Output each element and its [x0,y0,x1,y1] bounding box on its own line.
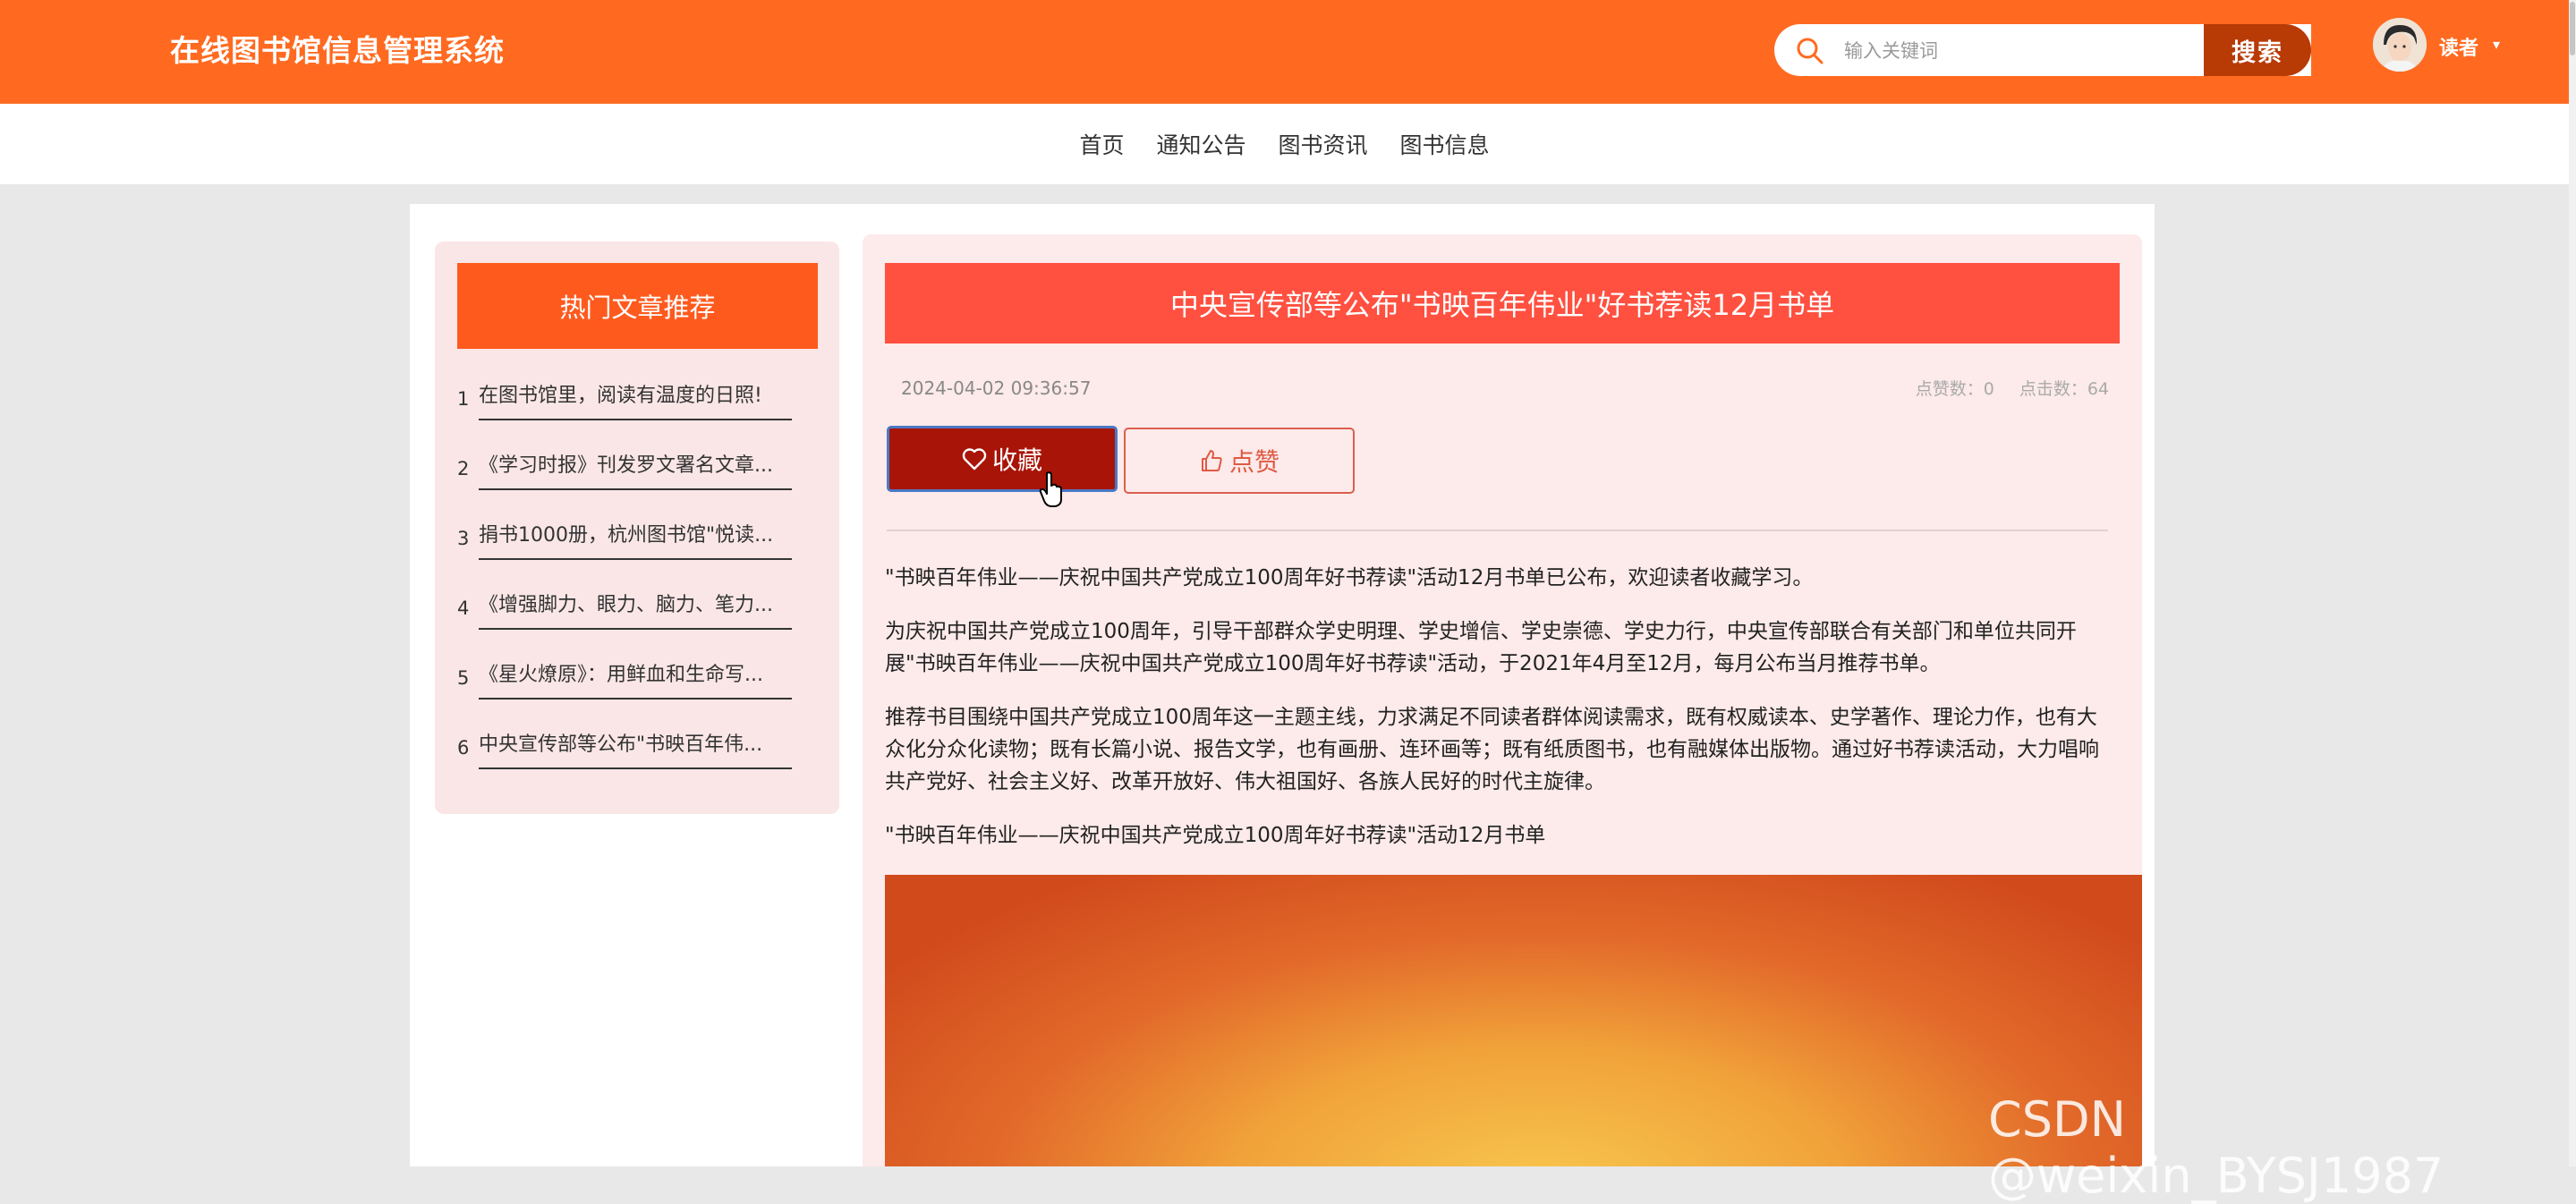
list-item[interactable]: 3 捐书1000册，杭州图书馆"悦读... [457,501,818,571]
nav-item-notices[interactable]: 通知公告 [1156,128,1245,160]
hot-article-list: 1 在图书馆里，阅读有温度的日照! 2 《学习时报》刊发罗文署名文章... 3 … [457,361,818,780]
article-panel: 中央宣传部等公布"书映百年伟业"好书荐读12月书单 2024-04-02 09:… [863,234,2142,1166]
divider [479,488,792,490]
scrollbar-thumb[interactable] [2570,2,2575,55]
nav-item-home[interactable]: 首页 [1079,128,1124,160]
site-title[interactable]: 在线图书馆信息管理系统 [170,27,505,70]
sidebar-title: 热门文章推荐 [457,263,818,349]
list-item-title[interactable]: 《学习时报》刊发罗文署名文章... [479,449,783,478]
article-hero-image [885,875,2142,1166]
user-name[interactable]: 读者 [2439,32,2478,61]
favorite-button-label: 收藏 [991,445,1042,475]
list-item[interactable]: 5 《星火燎原》：用鲜血和生命写... [457,640,818,710]
watermark: CSDN @weixin_BYSJ1987 [1988,1091,2444,1204]
article-date: 2024-04-02 09:36:57 [901,377,1092,399]
article-paragraph: 为庆祝中国共产党成立100周年，引导干部群众学史明理、学史增信、学史崇德、学史力… [885,620,2077,675]
list-item[interactable]: 1 在图书馆里，阅读有温度的日照! [457,361,818,431]
list-item[interactable]: 2 《学习时报》刊发罗文署名文章... [457,431,818,501]
search-button[interactable]: 搜索 [2204,24,2311,76]
click-count: 点击数：64 [2019,379,2109,399]
article-stats: 点赞数：0 点击数：64 [1916,376,2109,400]
list-item-title[interactable]: 在图书馆里，阅读有温度的日照! [479,379,783,408]
list-item-number: 3 [457,528,470,549]
search-icon [1797,38,1824,64]
divider [887,530,2108,531]
list-item-number: 4 [457,598,470,619]
avatar[interactable] [2373,18,2427,72]
list-item[interactable]: 4 《增强脚力、眼力、脑力、笔力... [457,571,818,640]
heart-icon [962,448,987,471]
list-item-number: 1 [457,388,470,410]
chevron-down-icon[interactable]: ▾ [2493,36,2500,53]
avatar-image [2373,18,2427,72]
article-paragraph: "书映百年伟业——庆祝中国共产党成立100周年好书荐读"活动12月书单 [885,824,1546,847]
article-body: "书映百年伟业——庆祝中国共产党成立100周年好书荐读"活动12月书单已公布，欢… [885,562,2115,873]
like-count: 点赞数：0 [1915,379,1994,399]
article-title: 中央宣传部等公布"书映百年伟业"好书荐读12月书单 [885,263,2120,343]
top-header: 在线图书馆信息管理系统 搜索 读者 ▾ [0,0,2569,104]
thumbs-up-icon [1201,450,1222,471]
list-item[interactable]: 6 中央宣传部等公布"书映百年伟... [457,710,818,780]
divider [479,767,792,769]
divider [479,419,792,420]
divider [479,558,792,560]
nav-item-book-info[interactable]: 图书信息 [1400,128,1490,160]
list-item-title[interactable]: 中央宣传部等公布"书映百年伟... [479,728,783,757]
article-paragraph: 推荐书目围绕中国共产党成立100周年这一主题主线，力求满足不同读者群体阅读需求，… [885,706,2099,793]
hot-articles-sidebar: 热门文章推荐 1 在图书馆里，阅读有温度的日照! 2 《学习时报》刊发罗文署名文… [435,242,839,814]
like-button[interactable]: 点赞 [1124,428,1355,494]
article-paragraph: "书映百年伟业——庆祝中国共产党成立100周年好书荐读"活动12月书单已公布，欢… [885,566,1814,589]
divider [479,698,792,700]
list-item-number: 5 [457,667,470,689]
like-button-label: 点赞 [1228,447,1279,477]
list-item-title[interactable]: 《增强脚力、眼力、脑力、笔力... [479,589,783,617]
main-nav: 首页 通知公告 图书资讯 图书信息 [0,104,2569,184]
mouse-cursor-icon [1039,471,1062,507]
favorite-button[interactable]: 收藏 [887,426,1118,492]
list-item-number: 2 [457,458,470,479]
nav-item-book-news[interactable]: 图书资讯 [1279,128,1368,160]
list-item-title[interactable]: 捐书1000册，杭州图书馆"悦读... [479,519,783,547]
scrollbar[interactable] [2569,0,2576,1166]
list-item-number: 6 [457,737,470,759]
list-item-title[interactable]: 《星火燎原》：用鲜血和生命写... [479,658,783,687]
divider [479,628,792,630]
